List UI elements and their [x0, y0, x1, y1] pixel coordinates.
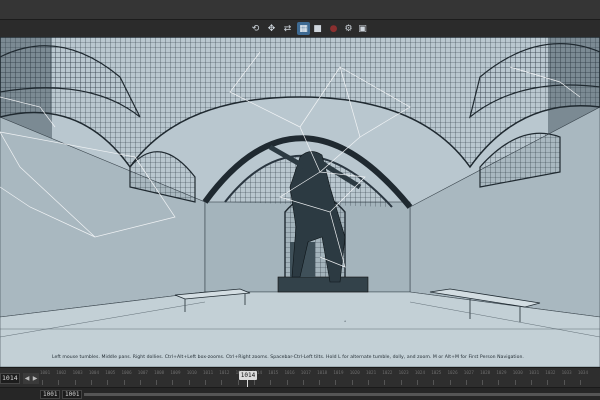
range-track[interactable] — [84, 393, 600, 396]
timeline-tick — [58, 380, 60, 385]
timeline-tick-label: 1021 — [366, 370, 377, 375]
timeline-ruler[interactable]: 1001 1002 1003 1004 1005 1006 1007 1008 1009 1010… — [40, 369, 600, 387]
timeline-tick-label: 1028 — [480, 370, 491, 375]
camera-icon[interactable]: ■ — [311, 22, 324, 35]
timeline-tick — [107, 380, 109, 385]
record-icon[interactable]: ● — [327, 22, 340, 35]
step-back-icon[interactable]: ◀ — [23, 373, 31, 384]
timeline-tick-label: 1009 — [170, 370, 181, 375]
timeline-tick — [205, 380, 206, 385]
timeline-tick — [74, 380, 76, 385]
timeline-tick — [449, 380, 451, 385]
timeline-tick — [433, 380, 435, 385]
timeline-tick — [302, 380, 304, 385]
wireframe-shading-icon[interactable]: ▦ — [297, 22, 310, 35]
gear-icon[interactable]: ⚙ — [342, 22, 355, 35]
timeline-tick — [514, 380, 516, 385]
wireframe-scene: + — [0, 37, 600, 367]
timeline-tick-label: 1008 — [154, 370, 165, 375]
timeline-tick-label: 1017 — [300, 370, 311, 375]
timeline-tick-label: 1034 — [577, 370, 588, 375]
timeline-tick — [400, 380, 402, 385]
timeline-tick — [319, 380, 321, 385]
navigation-hint: Left mouse tumbles. Middle pans. Right d… — [52, 355, 524, 360]
timeline-tick-label: 1005 — [105, 370, 116, 375]
timeline-tick-label: 1024 — [414, 370, 425, 375]
timeline-tick-label: 1033 — [561, 370, 572, 375]
timeline-tick-label: 1001 — [40, 370, 51, 375]
dolly-icon[interactable]: ⇄ — [281, 22, 294, 35]
timeline-tick — [188, 380, 190, 385]
timeline-tick — [465, 380, 467, 385]
timeline-tick — [221, 380, 223, 385]
pan-icon[interactable]: ✥ — [265, 22, 278, 35]
timeline-tick — [368, 380, 369, 385]
current-frame-marker[interactable]: 1014 — [239, 371, 257, 380]
timeline-tick — [90, 380, 92, 385]
timeline-tick-label: 1030 — [512, 370, 523, 375]
timeline-tick — [416, 380, 418, 385]
timeline-tick-label: 1011 — [203, 370, 214, 375]
timeline-tick-label: 1019 — [333, 370, 344, 375]
playhead[interactable] — [247, 380, 248, 387]
timeline-tick — [270, 380, 272, 385]
snapshot-icon[interactable]: ▣ — [356, 22, 369, 35]
timeline-tick-label: 1032 — [545, 370, 556, 375]
timeline-tick — [286, 380, 288, 385]
timeline-tick — [384, 380, 386, 385]
range-slider[interactable]: 1001 1001 — [0, 387, 600, 400]
timeline-tick-label: 1002 — [56, 370, 67, 375]
timeline-tick-label: 1026 — [447, 370, 458, 375]
menu-bar — [0, 0, 600, 20]
timeline-tick-label: 1015 — [268, 370, 279, 375]
timeline-tick-label: 1012 — [219, 370, 230, 375]
timeline-tick — [482, 380, 484, 385]
3d-viewport[interactable]: + — [0, 37, 600, 367]
timeline[interactable]: 1014 ◀ ▶ 1001 1002 1003 1004 1005 1006 1007 100… — [0, 367, 600, 387]
timeline-tick-label: 1029 — [496, 370, 507, 375]
timeline-tick — [156, 380, 158, 385]
timeline-tick-label: 1023 — [398, 370, 409, 375]
timeline-tick — [139, 380, 141, 385]
timeline-tick-label: 1022 — [382, 370, 393, 375]
timeline-tick-label: 1018 — [317, 370, 328, 375]
timeline-tick-label: 1025 — [431, 370, 442, 375]
current-frame-field[interactable]: 1014 — [0, 373, 20, 384]
timeline-tick — [123, 380, 125, 385]
timeline-tick — [172, 380, 174, 385]
tumble-icon[interactable]: ⟲ — [249, 22, 262, 35]
timeline-tick-label: 1020 — [349, 370, 360, 375]
timeline-tick — [237, 380, 239, 385]
timeline-tick-label: 1004 — [88, 370, 99, 375]
step-forward-icon[interactable]: ▶ — [31, 373, 39, 384]
timeline-tick — [42, 380, 43, 385]
timeline-tick-label: 1010 — [186, 370, 197, 375]
viewport-toolbar: ⟲ ✥ ⇄ ▦ ■ ● ⚙ ▣ — [0, 20, 600, 37]
svg-text:+: + — [344, 319, 346, 323]
timeline-tick — [531, 380, 532, 385]
timeline-tick — [563, 380, 565, 385]
timeline-tick — [351, 380, 353, 385]
timeline-tick — [253, 380, 255, 385]
timeline-tick-label: 1006 — [121, 370, 132, 375]
timeline-tick-label: 1016 — [284, 370, 295, 375]
playback-start-field[interactable]: 1001 — [62, 390, 82, 399]
timeline-tick — [498, 380, 500, 385]
range-start-field[interactable]: 1001 — [40, 390, 60, 399]
timeline-tick — [547, 380, 549, 385]
timeline-tick — [579, 380, 581, 385]
timeline-tick-label: 1007 — [137, 370, 148, 375]
timeline-tick — [335, 380, 337, 385]
timeline-tick-label: 1027 — [463, 370, 474, 375]
timeline-tick-label: 1031 — [529, 370, 540, 375]
timeline-tick-label: 1003 — [72, 370, 83, 375]
